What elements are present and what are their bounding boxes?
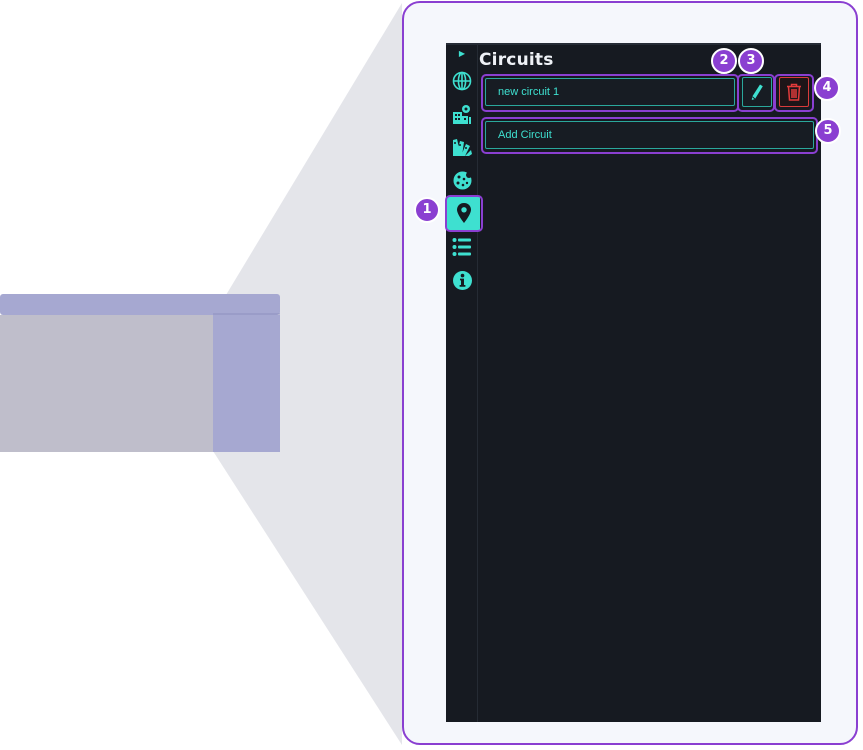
highlight-add-circuit: [481, 117, 818, 154]
callout-badge-5: 5: [815, 118, 841, 144]
buildings-icon: [453, 105, 471, 124]
info-icon: [452, 270, 472, 290]
color-palette-icon: [453, 139, 472, 156]
globe-icon: [452, 71, 472, 91]
page-title: Circuits: [479, 50, 554, 70]
thumbnail-sidebar: [213, 315, 280, 452]
rail-item-list[interactable]: [448, 232, 476, 262]
callout-badge-2: 2: [711, 48, 737, 74]
rail-item-palette[interactable]: [448, 132, 476, 162]
rail-item-globe[interactable]: [448, 66, 476, 96]
callout-badge-3: 3: [738, 48, 764, 74]
highlight-circuit-input: [481, 74, 739, 112]
side-rail: ▶: [446, 43, 480, 722]
highlight-edit-button: [737, 74, 775, 112]
cookie-icon: [453, 171, 472, 189]
rail-item-info[interactable]: [448, 265, 476, 295]
rail-item-cookie[interactable]: [448, 165, 476, 195]
callout-badge-4: 4: [814, 75, 840, 101]
callout-badge-1: 1: [414, 197, 440, 223]
thumbnail-body: [0, 315, 213, 452]
highlight-delete-button: [774, 74, 814, 112]
caret-right-icon[interactable]: ▶: [455, 47, 469, 61]
highlight-map-pin: [445, 195, 483, 232]
list-icon: [452, 238, 471, 256]
rail-item-buildings[interactable]: [448, 99, 476, 129]
thumbnail-header: [0, 294, 280, 315]
